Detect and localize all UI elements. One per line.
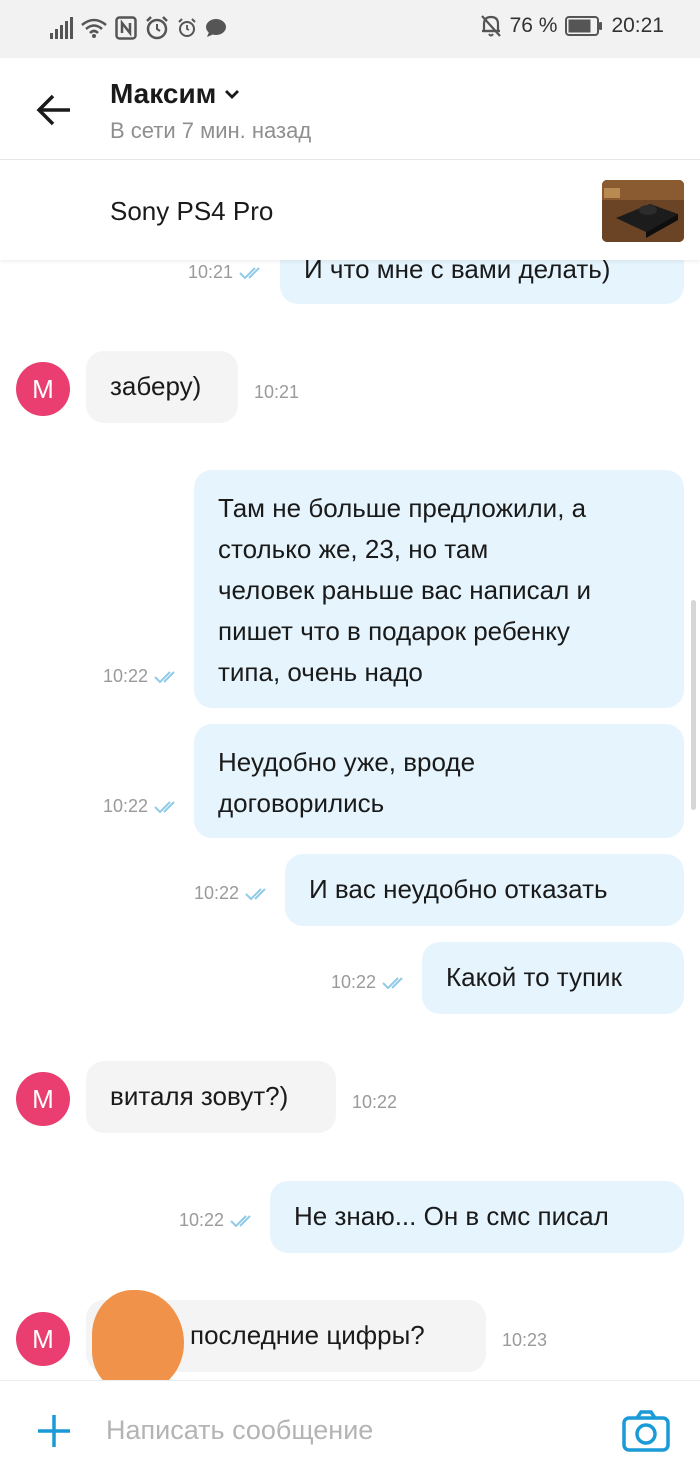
double-check-icon	[154, 670, 175, 683]
message-time: 10:22	[331, 972, 408, 993]
message-time: 10:21	[188, 262, 265, 283]
double-check-icon	[230, 1214, 251, 1227]
message-bubble-incoming[interactable]: заберу)	[86, 351, 238, 423]
message-composer	[0, 1380, 700, 1477]
message-bubble-outgoing[interactable]: Не знаю... Он в смс писал	[270, 1181, 684, 1253]
scrollbar[interactable]	[691, 600, 696, 810]
mute-bell-icon	[480, 15, 501, 37]
contact-name: Максим	[110, 78, 217, 109]
avatar[interactable]: М	[16, 362, 70, 416]
status-icons-right: 76 % 20:21	[480, 14, 664, 38]
message-text-line: Там не больше предложили, а	[218, 493, 587, 523]
message-time: 10:23	[502, 1330, 548, 1350]
message-text: последние цифры?	[190, 1320, 425, 1350]
avatar[interactable]: М	[16, 1072, 70, 1126]
plus-icon[interactable]	[34, 1411, 74, 1451]
camera-icon[interactable]	[622, 1409, 670, 1453]
message-text: заберу)	[110, 371, 202, 401]
message-time: 10:22	[179, 1210, 256, 1231]
back-arrow-icon[interactable]	[34, 90, 74, 130]
message-bubble-outgoing[interactable]: Там не больше предложили, а столько же, …	[194, 470, 684, 708]
nfc-icon	[115, 16, 137, 40]
message-text-line: договорились	[218, 788, 385, 818]
double-check-icon	[154, 800, 175, 813]
message-bubble-outgoing[interactable]: Неудобно уже, вроде договорились	[194, 724, 684, 838]
contact-status: В сети 7 мин. назад	[110, 118, 312, 143]
message-bubble-outgoing[interactable]: И что мне с вами делать)	[280, 260, 684, 304]
battery-percent: 76 %	[509, 14, 558, 37]
clock: 20:21	[611, 14, 664, 37]
contact-name-button[interactable]: Максим	[110, 78, 240, 110]
message-text: И что мне с вами делать)	[304, 260, 611, 284]
alarm-icon	[146, 16, 168, 40]
message-list[interactable]: 10:21 И что мне с вами делать) М заберу)…	[0, 260, 700, 1380]
message-text: Какой то тупик	[446, 962, 622, 992]
message-text: И вас неудобно отказать	[309, 874, 608, 904]
message-text-line: пишет что в подарок ребенку	[218, 616, 570, 646]
message-input[interactable]	[106, 1407, 586, 1453]
message-text: виталя зовут?)	[110, 1081, 289, 1111]
status-icons-left	[50, 16, 227, 40]
avatar[interactable]: М	[16, 1312, 70, 1366]
message-text-line: Неудобно уже, вроде	[218, 747, 476, 777]
message-text-line: столько же, 23, но там	[218, 534, 489, 564]
message-bubble-outgoing[interactable]: Какой то тупик	[422, 942, 684, 1014]
status-bar: 76 % 20:21	[0, 0, 700, 58]
double-check-icon	[239, 266, 260, 279]
message-text: Не знаю... Он в смс писал	[294, 1201, 609, 1231]
product-thumbnail[interactable]	[602, 180, 684, 242]
message-time: 10:21	[254, 382, 300, 402]
product-title: Sony PS4 Pro	[110, 196, 274, 226]
message-time: 10:22	[103, 796, 180, 817]
message-text-line: типа, очень надо	[218, 657, 423, 687]
message-time: 10:22	[194, 883, 271, 904]
double-check-icon	[245, 887, 266, 900]
chat-notification-icon	[206, 19, 226, 37]
message-time: 10:22	[352, 1092, 398, 1112]
alarm-icon	[178, 18, 196, 37]
message-text-line: человек раньше вас написал и	[218, 575, 592, 605]
product-bar[interactable]: Sony PS4 Pro	[0, 160, 700, 260]
signal-icon	[50, 17, 73, 39]
wifi-icon	[81, 18, 107, 38]
message-bubble-outgoing[interactable]: И вас неудобно отказать	[285, 854, 684, 926]
message-bubble-incoming[interactable]: виталя зовут?)	[86, 1061, 336, 1133]
chat-header: Максим В сети 7 мин. назад	[0, 58, 700, 160]
double-check-icon	[382, 976, 403, 989]
message-time: 10:22	[103, 666, 180, 687]
chevron-down-icon	[225, 90, 240, 99]
battery-icon	[565, 16, 603, 36]
